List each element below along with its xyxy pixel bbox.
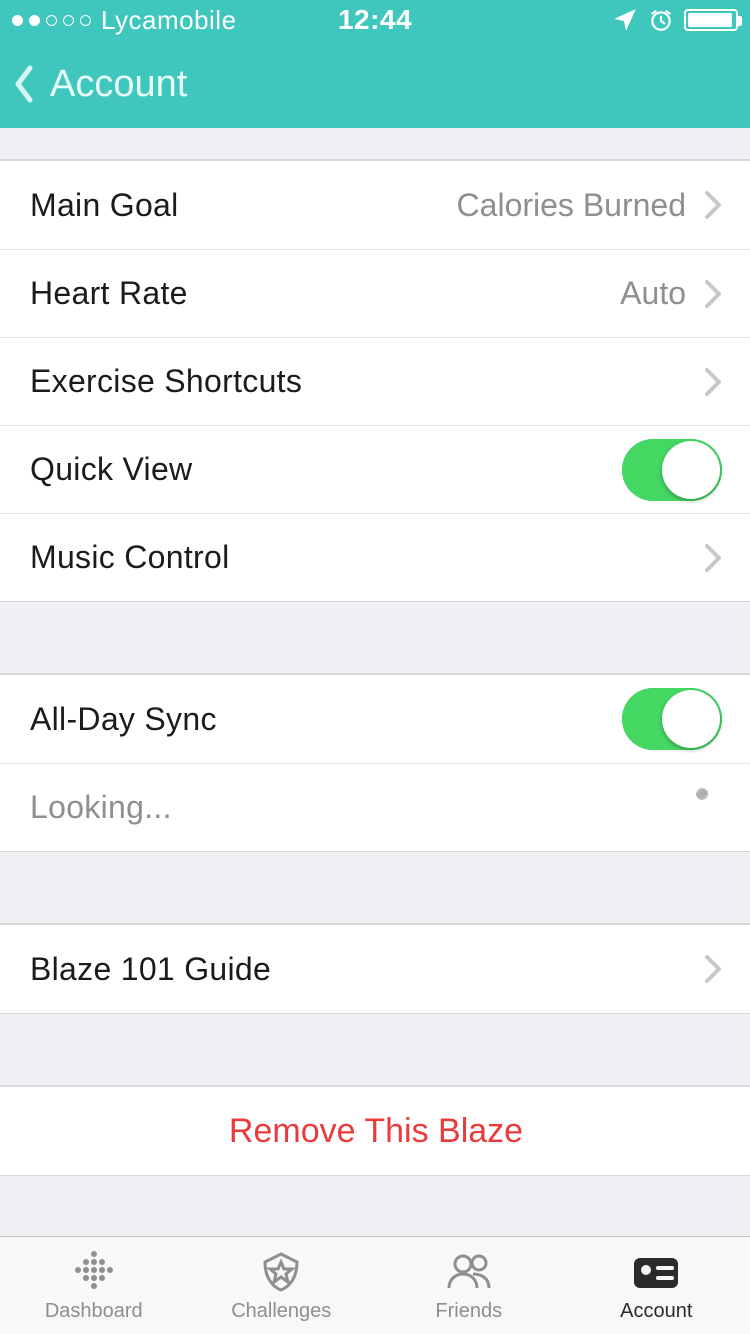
signal-strength-icon	[12, 15, 91, 26]
tab-dashboard-label: Dashboard	[45, 1300, 143, 1323]
back-icon[interactable]	[12, 62, 36, 106]
row-looking: Looking...	[0, 763, 750, 851]
settings-section-2: All-Day Sync Looking...	[0, 674, 750, 852]
nav-title: Account	[50, 63, 187, 106]
chevron-right-icon	[704, 543, 722, 573]
chevron-right-icon	[704, 190, 722, 220]
all-day-sync-label: All-Day Sync	[30, 701, 622, 738]
clock-label: 12:44	[254, 4, 496, 36]
remove-blaze-label: Remove This Blaze	[229, 1112, 523, 1151]
remove-section: Remove This Blaze	[0, 1086, 750, 1176]
spinner-icon	[682, 788, 722, 828]
looking-label: Looking...	[30, 789, 682, 826]
tab-friends[interactable]: Friends	[375, 1237, 563, 1334]
friends-icon	[441, 1248, 497, 1296]
status-bar: Lycamobile 12:44	[0, 0, 750, 40]
tab-account-label: Account	[620, 1300, 692, 1323]
main-goal-label: Main Goal	[30, 187, 457, 224]
row-main-goal[interactable]: Main Goal Calories Burned	[0, 161, 750, 249]
carrier-label: Lycamobile	[101, 5, 237, 36]
status-left: Lycamobile	[12, 5, 254, 36]
music-control-label: Music Control	[30, 539, 704, 576]
heart-rate-value: Auto	[620, 275, 686, 312]
heart-rate-label: Heart Rate	[30, 275, 620, 312]
tab-challenges-label: Challenges	[231, 1300, 331, 1323]
row-all-day-sync: All-Day Sync	[0, 675, 750, 763]
account-icon	[628, 1248, 684, 1296]
tab-challenges[interactable]: Challenges	[188, 1237, 376, 1334]
header: Lycamobile 12:44 Account	[0, 0, 750, 128]
remove-blaze-button[interactable]: Remove This Blaze	[0, 1087, 750, 1175]
battery-icon	[684, 9, 738, 31]
section-gap	[0, 602, 750, 674]
settings-section-1: Main Goal Calories Burned Heart Rate Aut…	[0, 160, 750, 602]
alarm-icon	[648, 7, 674, 33]
main-goal-value: Calories Burned	[457, 187, 686, 224]
tab-bar: Dashboard Challenges Friends Account	[0, 1236, 750, 1334]
location-icon	[612, 7, 638, 33]
row-blaze-guide[interactable]: Blaze 101 Guide	[0, 925, 750, 1013]
quick-view-label: Quick View	[30, 451, 622, 488]
status-right	[496, 7, 738, 33]
chevron-right-icon	[704, 367, 722, 397]
row-music-control[interactable]: Music Control	[0, 513, 750, 601]
dashboard-icon	[66, 1248, 122, 1296]
tab-account[interactable]: Account	[563, 1237, 750, 1334]
section-gap	[0, 852, 750, 924]
exercise-shortcuts-label: Exercise Shortcuts	[30, 363, 704, 400]
section-gap	[0, 1014, 750, 1086]
all-day-sync-toggle[interactable]	[622, 688, 722, 750]
section-gap	[0, 128, 750, 160]
chevron-right-icon	[704, 954, 722, 984]
quick-view-toggle[interactable]	[622, 439, 722, 501]
nav-bar: Account	[0, 40, 750, 128]
chevron-right-icon	[704, 279, 722, 309]
row-exercise-shortcuts[interactable]: Exercise Shortcuts	[0, 337, 750, 425]
tab-friends-label: Friends	[435, 1300, 502, 1323]
row-quick-view: Quick View	[0, 425, 750, 513]
tab-dashboard[interactable]: Dashboard	[0, 1237, 188, 1334]
row-heart-rate[interactable]: Heart Rate Auto	[0, 249, 750, 337]
blaze-guide-label: Blaze 101 Guide	[30, 951, 704, 988]
challenges-icon	[253, 1248, 309, 1296]
settings-section-3: Blaze 101 Guide	[0, 924, 750, 1014]
